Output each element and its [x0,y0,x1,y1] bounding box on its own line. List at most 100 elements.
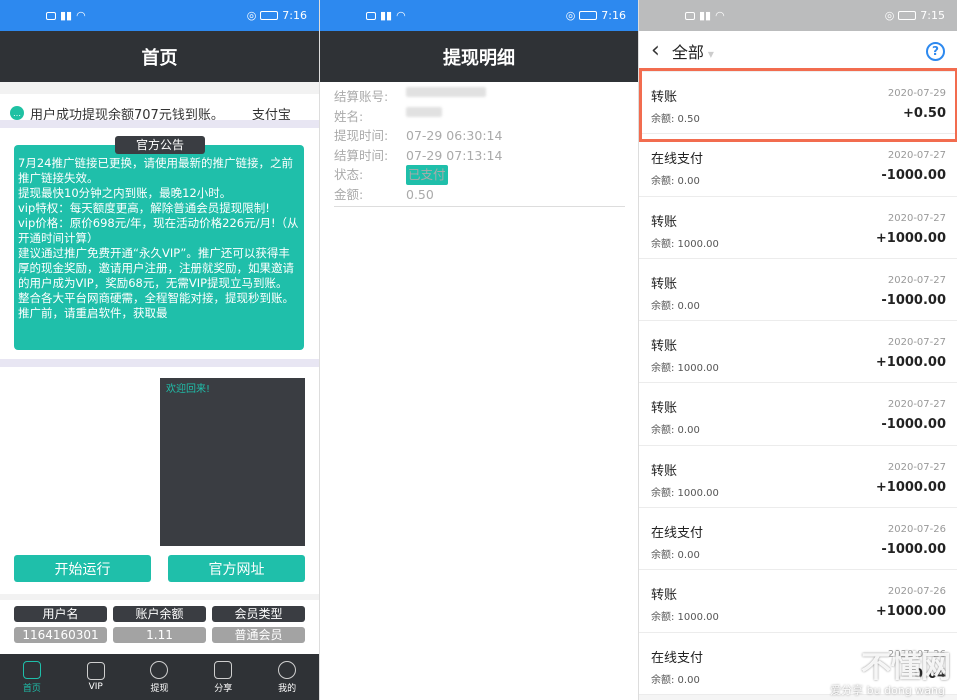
status-time: 7:16 [601,9,626,22]
hd-icon [46,11,56,20]
page-title: 首页 [0,31,319,82]
transaction-list: 转账 余额: 0.50 2020-07-29 +0.50 在线支付 余额: 0.00 20… [639,72,957,695]
tx-amount: +1000.00 [875,355,946,371]
transaction-row[interactable]: 转账 余额: 0.50 2020-07-29 +0.50 [639,72,957,135]
alarm-icon: ◎ [884,9,895,22]
help-icon[interactable]: ? [926,41,945,61]
username-value: 1164160301 [14,627,107,643]
detail-row-settle-time: 结算时间: 07-29 07:13:14 [334,146,624,166]
bottom-tab-bar: 首页 VIP 提现 分享 我的 [0,654,319,700]
status-time: 7:16 [282,9,307,22]
start-button[interactable]: 开始运行 [14,555,151,582]
detail-row-account: 结算账号: [334,87,624,107]
withdraw-detail: 结算账号: 姓名: 提现时间: 07-29 06:30:14 结算时间: 07-29… [320,82,638,204]
notice-title: 官方公告 [115,136,205,154]
tx-date: 2020-07-27 [887,150,946,162]
status-bar: ▮▮ ◠ ◎ 7:16 [0,0,319,31]
watermark-subtitle: 爱分享 bu dong wang [830,684,945,697]
detail-label: 姓名: [334,108,364,124]
notice-text: 7月24推广链接已更换，请使用最新的推广链接，之前推广链接失效。 提现最快10分… [18,156,299,320]
console-text: 欢迎回来! [166,384,211,395]
tab-label: 提现 [150,683,169,694]
dropdown-indicator-icon[interactable]: ▾ [708,47,714,61]
tab-label: 首页 [22,683,41,694]
transaction-row[interactable]: 在线支付 余额: 0.00 2020-07-27 -1000.00 [639,134,957,197]
tx-date: 2020-07-27 [887,274,946,286]
tx-date: 2020-07-27 [887,212,946,224]
detail-label: 结算账号: [334,89,389,104]
tx-date: 2020-07-27 [887,461,946,473]
home-screen: ▮▮ ◠ ◎ 7:16 首页 … 用户成功提现余额707元钱到账。 支付宝 官方公告… [0,0,319,700]
watermark-logo: 不懂网 [861,650,951,685]
tx-amount: +1000.00 [875,479,946,495]
battery-icon [579,11,598,20]
alarm-icon: ◎ [565,9,576,22]
tx-amount: -1000.00 [881,417,946,433]
username-header: 用户名 [14,606,107,622]
redacted-value [406,106,442,117]
nav-bar: ‹ 全部 ▾ ? [639,31,957,72]
message-icon: … [10,106,24,120]
tab-mine[interactable]: 我的 [255,654,319,700]
yuan-icon [150,660,169,679]
signal-icon: ▮▮ [380,9,393,22]
alarm-icon: ◎ [246,9,257,22]
transaction-row[interactable]: 在线支付 余额: 0.00 2020-07-26 -1000.00 [639,508,957,571]
tx-date: 2020-07-27 [887,337,946,349]
tab-label: 分享 [214,683,233,694]
transaction-row[interactable]: 转账 余额: 1000.00 2020-07-26 +1000.00 [639,570,957,633]
tx-amount: -1000.00 [881,542,946,558]
wifi-icon: ◠ [715,9,725,22]
divider [0,359,319,367]
detail-value: 07-29 07:13:14 [406,147,503,163]
user-icon [278,660,297,679]
status-badge: 已支付 [406,165,448,185]
status-time: 7:15 [920,9,945,22]
transaction-row[interactable]: 转账 余额: 1000.00 2020-07-27 +1000.00 [639,321,957,384]
wifi-icon: ◠ [396,9,406,22]
hd-icon [685,11,695,20]
tx-date: 2020-07-29 [887,88,946,99]
balance-header: 账户余额 [113,606,206,622]
status-bar: ▮▮ ◠ ◎ 7:15 [639,0,957,31]
home-icon [22,660,41,679]
signal-icon: ▮▮ [60,9,73,22]
detail-value: 0.50 [406,186,434,202]
tab-label: 我的 [278,683,297,694]
transaction-row[interactable]: 转账 余额: 0.00 2020-07-27 -1000.00 [639,383,957,446]
tx-balance: 余额: 0.50 [651,114,700,125]
transactions-screen: ▮▮ ◠ ◎ 7:15 ‹ 全部 ▾ ? 转账 余额: 0.50 2020-07-29 +… [638,0,957,700]
detail-label: 状态: [334,167,364,182]
account-info: 用户名 账户余额 会员类型 1164160301 1.11 普通会员 [0,600,319,654]
withdraw-detail-screen: ▮▮ ◠ ◎ 7:16 提现明细 结算账号: 姓名: 提现时间: 07-29 06:3… [319,0,638,700]
battery-icon [898,11,917,20]
tx-amount: +0.50 [903,106,946,121]
divider [334,206,625,207]
battery-icon [260,11,279,20]
wifi-icon: ◠ [76,9,86,22]
signal-icon: ▮▮ [699,9,712,22]
transaction-row[interactable]: 转账 余额: 1000.00 2020-07-27 +1000.00 [639,445,957,509]
notice-board[interactable]: 7月24推广链接已更换，请使用最新的推广链接，之前推广链接失效。 提现最快10分… [14,145,304,350]
official-site-button[interactable]: 官方网址 [168,555,305,582]
tx-amount: -1000.00 [881,168,946,184]
detail-label: 提现时间: [334,128,389,143]
transaction-row[interactable]: 转账 余额: 1000.00 2020-07-27 +1000.00 [639,196,957,259]
detail-row-status: 状态: 已支付 [334,165,624,185]
back-chevron-icon[interactable]: ‹ [651,40,660,62]
tx-date: 2020-07-26 [887,524,946,536]
divider [0,120,319,128]
hd-icon [366,11,376,20]
member-type-header: 会员类型 [212,606,305,622]
member-type-value: 普通会员 [212,627,305,643]
detail-row-withdraw-time: 提现时间: 07-29 06:30:14 [334,126,624,146]
page-title: 全部 [671,43,704,62]
tx-amount: +1000.00 [875,604,946,620]
tab-home[interactable]: 首页 [0,654,64,700]
crown-icon [86,662,105,680]
transaction-row[interactable]: 转账 余额: 0.00 2020-07-27 -1000.00 [639,258,957,322]
tab-withdraw[interactable]: 提现 [128,654,192,700]
tx-amount: -1000.00 [881,292,946,308]
tab-vip[interactable]: VIP [64,654,128,700]
tab-share[interactable]: 分享 [191,654,255,700]
